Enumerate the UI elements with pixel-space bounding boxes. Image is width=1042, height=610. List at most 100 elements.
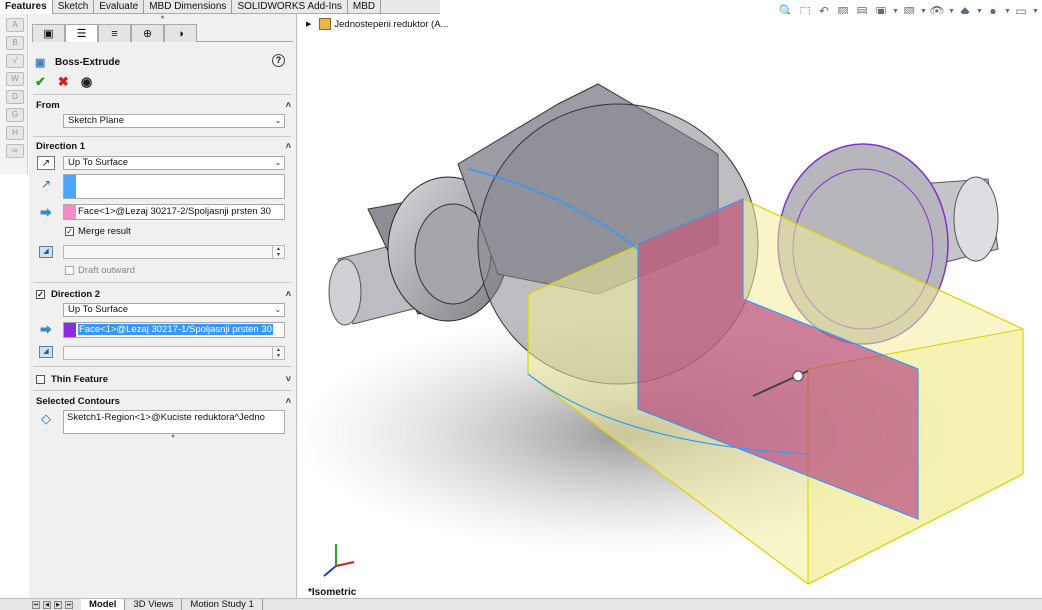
divider	[33, 282, 291, 283]
bottom-tab-bar: ⏮ ◀ ▶ ⏭ Model 3D Views Motion Study 1	[0, 598, 1042, 610]
contour-icon: ◇	[41, 411, 51, 426]
dimxpert-manager-tab-icon[interactable]: ⊕	[131, 24, 164, 42]
triad-x-axis	[335, 561, 355, 567]
left-icon-strip: A B √ W D G H ∞	[0, 14, 28, 174]
thin-feature-checkbox-icon[interactable]	[36, 374, 45, 384]
from-header-label: From	[36, 99, 60, 111]
direction1-header-label: Direction 1	[36, 140, 86, 152]
left-shaft-end	[328, 258, 362, 326]
from-section-header[interactable]: From ˄	[36, 98, 291, 112]
previous-tab-icon[interactable]: ◀	[43, 600, 51, 609]
draft-outward-checkbox[interactable]: Draft outward	[65, 265, 135, 276]
configuration-manager-tab-icon[interactable]: ≡	[98, 24, 131, 42]
direction1-end-condition-select[interactable]: Up To Surface ⌄	[63, 156, 285, 170]
direction2-face-value: Face<1>@Lezaj 30217-1/Spoljasnji prsten …	[78, 324, 273, 335]
selected-contours-section-header[interactable]: Selected Contours ˄	[36, 394, 291, 408]
drag-handle-icon[interactable]	[792, 370, 804, 382]
draft-outward-label: Draft outward	[78, 265, 136, 276]
feature-manager-tab-icon[interactable]: ▣	[32, 24, 65, 42]
direction2-checkbox-checked-icon[interactable]: ✓	[36, 289, 45, 299]
direction1-section-header[interactable]: Direction 1 ˄	[36, 139, 291, 153]
detailed-preview-eye-icon[interactable]: ◉	[81, 74, 92, 90]
chevron-down-icon[interactable]: ⌄	[272, 157, 284, 169]
chevron-down-icon[interactable]: ˅	[286, 374, 291, 384]
direction1-face-value: Face<1>@Lezaj 30217-2/Spoljasnji prsten …	[78, 206, 271, 217]
tab-3d-views[interactable]: 3D Views	[125, 599, 183, 610]
flyout-feature-tree: ▶ Jednostepeni reduktor (A...	[306, 18, 448, 30]
face1-color-swatch	[64, 205, 76, 219]
right-shaft-end	[953, 176, 999, 262]
help-icon[interactable]: ?	[272, 54, 285, 67]
direction1-vector-field[interactable]	[63, 174, 285, 199]
cancel-button[interactable]: ✖	[58, 74, 69, 90]
chevron-down-icon[interactable]: ⌄	[272, 115, 284, 127]
graphics-area[interactable]	[298, 14, 1042, 598]
draft-toggle-icon[interactable]: ◢	[37, 245, 55, 259]
divider	[33, 390, 291, 391]
weld-symbol-icon[interactable]: W	[6, 72, 24, 86]
command-manager-tabs: Features Sketch Evaluate MBD Dimensions …	[0, 0, 440, 14]
tree-item-label[interactable]: Jednostepeni reduktor (A...	[334, 19, 448, 30]
draft-angle-spinner[interactable]: ▲ ▼	[63, 245, 285, 259]
tab-solidworks-add-ins[interactable]: SOLIDWORKS Add-Ins	[232, 0, 348, 14]
hole-callout-icon[interactable]: H	[6, 126, 24, 140]
merge-result-label: Merge result	[78, 226, 131, 237]
thin-feature-section-header[interactable]: Thin Feature ˅	[36, 372, 291, 386]
display-manager-tab-icon[interactable]: ◑	[164, 24, 197, 42]
spinner-arrows-icon[interactable]: ▲ ▼	[272, 347, 284, 359]
tab-mbd[interactable]: MBD	[348, 0, 382, 14]
action-buttons: ✔ ✖ ◉	[35, 74, 92, 90]
property-manager: ● ▣ ☰ ≡ ⊕ ◑ ▣ Boss-Extrude ? ✔ ✖ ◉ From …	[29, 14, 297, 598]
chevron-down-icon[interactable]: ⌄	[272, 304, 284, 316]
tab-evaluate[interactable]: Evaluate	[94, 0, 145, 14]
direction-color-swatch	[64, 175, 76, 198]
selected-contours-field[interactable]: Sketch1-Region<1>@Kuciste reduktora^Jedn…	[63, 410, 285, 434]
boss-extrude-icon: ▣	[35, 57, 46, 69]
expand-arrow-icon[interactable]: ▶	[306, 20, 311, 28]
face-selection-icon: ⮕	[39, 205, 52, 220]
spinner-arrows-icon[interactable]: ▲ ▼	[272, 246, 284, 258]
ok-button[interactable]: ✔	[35, 74, 46, 90]
direction2-header-label: Direction 2	[51, 288, 101, 300]
note-icon[interactable]: A	[6, 18, 24, 32]
surface-finish-icon[interactable]: √	[6, 54, 24, 68]
property-manager-tab-icon[interactable]: ☰	[65, 24, 98, 42]
direction2-section-header[interactable]: ✓ Direction 2 ˄	[36, 287, 291, 301]
direction1-face-field[interactable]: Face<1>@Lezaj 30217-2/Spoljasnji prsten …	[63, 204, 285, 220]
chevron-up-icon[interactable]: ˄	[286, 289, 291, 299]
balloon-icon[interactable]: B	[6, 36, 24, 50]
tab-features[interactable]: Features	[0, 0, 53, 14]
merge-result-checkbox[interactable]: ✓ Merge result	[65, 226, 131, 237]
reverse-direction-icon[interactable]: ↗	[37, 156, 55, 170]
link-icon[interactable]: ∞	[6, 144, 24, 158]
datum-feature-icon[interactable]: D	[6, 90, 24, 104]
model-viewport[interactable]	[298, 14, 1042, 598]
field-resize-grip-icon[interactable]: ●	[171, 433, 175, 440]
draft-box-icon: ◢	[39, 246, 53, 258]
thin-feature-header-label: Thin Feature	[51, 373, 109, 385]
panel-grip-icon[interactable]: ●	[29, 14, 296, 22]
last-tab-icon[interactable]: ⏭	[65, 600, 73, 609]
face2-color-swatch	[64, 323, 76, 337]
assembly-icon	[319, 18, 332, 30]
tab-model[interactable]: Model	[81, 599, 126, 610]
next-tab-icon[interactable]: ▶	[54, 600, 62, 609]
checkbox-checked-icon[interactable]: ✓	[65, 227, 74, 236]
tab-motion-study-1[interactable]: Motion Study 1	[182, 599, 263, 610]
first-tab-icon[interactable]: ⏮	[32, 600, 40, 609]
chevron-up-icon[interactable]: ˄	[286, 396, 291, 406]
direction2-end-condition-value: Up To Surface	[68, 304, 129, 315]
from-start-condition-select[interactable]: Sketch Plane ⌄	[63, 114, 285, 128]
checkbox-unchecked-icon[interactable]	[65, 266, 74, 275]
tab-mbd-dimensions[interactable]: MBD Dimensions	[144, 0, 233, 14]
direction2-face-field[interactable]: Face<1>@Lezaj 30217-1/Spoljasnji prsten …	[63, 322, 285, 338]
direction-of-extrusion-icon: ↗	[40, 177, 52, 191]
direction2-end-condition-select[interactable]: Up To Surface ⌄	[63, 303, 285, 317]
direction2-draft-angle-spinner[interactable]: ▲ ▼	[63, 346, 285, 360]
geometric-tolerance-icon[interactable]: G	[6, 108, 24, 122]
chevron-up-icon[interactable]: ˄	[286, 100, 291, 110]
direction1-end-condition-value: Up To Surface	[68, 157, 129, 168]
chevron-up-icon[interactable]: ˄	[286, 141, 291, 151]
tab-sketch[interactable]: Sketch	[53, 0, 95, 14]
draft-toggle-icon[interactable]: ◢	[37, 345, 55, 359]
